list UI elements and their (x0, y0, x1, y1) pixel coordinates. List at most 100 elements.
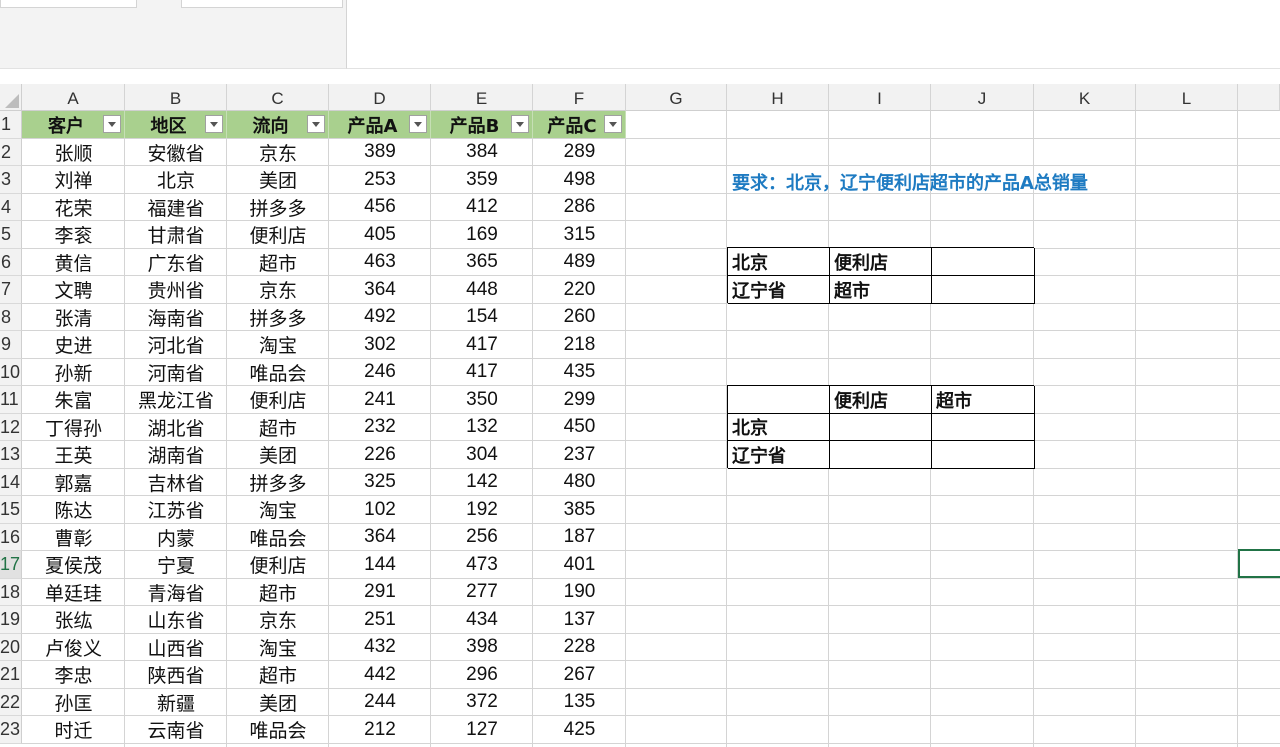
cell-channel[interactable]: 唯品会 (227, 524, 329, 551)
criteria-region-2[interactable]: 辽宁省 (728, 276, 830, 304)
filter-dropdown-icon[interactable] (409, 115, 427, 133)
cell-channel[interactable]: 超市 (227, 249, 329, 276)
cell-c[interactable]: 267 (533, 661, 626, 688)
cross-cell-1-1[interactable] (830, 414, 932, 441)
cross-col-header-1[interactable]: 便利店 (830, 386, 932, 414)
cell-customer[interactable]: 郭嘉 (22, 469, 125, 496)
cross-corner-cell[interactable] (728, 386, 830, 414)
active-cell-selection[interactable] (1238, 549, 1280, 578)
row-header-9[interactable]: 9 (0, 331, 22, 359)
cell-region[interactable]: 吉林省 (125, 469, 227, 496)
row-header-17[interactable]: 17 (0, 551, 22, 579)
cell-region[interactable]: 青海省 (125, 579, 227, 606)
cell-channel[interactable]: 便利店 (227, 386, 329, 413)
row-header-18[interactable]: 18 (0, 578, 22, 606)
cell-b[interactable]: 256 (431, 524, 533, 551)
column-header-b[interactable]: B (125, 84, 227, 111)
row-header-10[interactable]: 10 (0, 358, 22, 386)
cell-region[interactable]: 山西省 (125, 634, 227, 661)
cell-c[interactable]: 137 (533, 606, 626, 633)
column-header-c[interactable]: C (227, 84, 329, 111)
cross-col-header-2[interactable]: 超市 (932, 386, 1035, 414)
cell-channel[interactable]: 便利店 (227, 551, 329, 578)
cell-channel[interactable]: 拼多多 (227, 194, 329, 221)
cell-b[interactable]: 142 (431, 469, 533, 496)
cell-c[interactable]: 489 (533, 249, 626, 276)
column-header-d[interactable]: D (329, 84, 431, 111)
row-header-23[interactable]: 23 (0, 716, 22, 744)
cell-region[interactable]: 湖南省 (125, 441, 227, 468)
cell-a[interactable]: 456 (329, 194, 431, 221)
cell-channel[interactable]: 超市 (227, 414, 329, 441)
cell-customer[interactable]: 孙匡 (22, 689, 125, 716)
criteria-result-1[interactable] (932, 248, 1035, 276)
cell-customer[interactable]: 孙新 (22, 359, 125, 386)
cell-c[interactable]: 289 (533, 139, 626, 166)
cell-region[interactable]: 内蒙 (125, 524, 227, 551)
cell-c[interactable]: 286 (533, 194, 626, 221)
table-header-customer[interactable]: 客户 (22, 111, 125, 138)
cell-a[interactable]: 226 (329, 441, 431, 468)
cell-a[interactable]: 432 (329, 634, 431, 661)
cell-customer[interactable]: 刘禅 (22, 166, 125, 193)
cell-b[interactable]: 434 (431, 606, 533, 633)
cell-b[interactable]: 412 (431, 194, 533, 221)
cell-b[interactable]: 132 (431, 414, 533, 441)
cell-c[interactable]: 220 (533, 276, 626, 303)
cell-b[interactable]: 448 (431, 276, 533, 303)
cell-customer[interactable]: 张顺 (22, 139, 125, 166)
cell-c[interactable]: 385 (533, 496, 626, 523)
cell-c[interactable]: 237 (533, 441, 626, 468)
cell-region[interactable]: 新疆 (125, 689, 227, 716)
cell-a[interactable]: 102 (329, 496, 431, 523)
cell-channel[interactable]: 拼多多 (227, 469, 329, 496)
cell-c[interactable]: 135 (533, 689, 626, 716)
cell-customer[interactable]: 李忠 (22, 661, 125, 688)
column-header-f[interactable]: F (533, 84, 626, 111)
cell-b[interactable]: 398 (431, 634, 533, 661)
cell-channel[interactable]: 淘宝 (227, 331, 329, 358)
cell-a[interactable]: 246 (329, 359, 431, 386)
cell-customer[interactable]: 时迁 (22, 716, 125, 743)
cell-c[interactable]: 480 (533, 469, 626, 496)
cell-customer[interactable]: 曹彰 (22, 524, 125, 551)
cell-channel[interactable]: 京东 (227, 139, 329, 166)
formula-dropdown[interactable] (181, 0, 343, 8)
cell-channel[interactable]: 超市 (227, 661, 329, 688)
cell-region[interactable]: 广东省 (125, 249, 227, 276)
cell-region[interactable]: 陕西省 (125, 661, 227, 688)
row-header-4[interactable]: 4 (0, 193, 22, 221)
column-header-next[interactable] (1238, 84, 1280, 111)
row-header-22[interactable]: 22 (0, 688, 22, 716)
cell-a[interactable]: 232 (329, 414, 431, 441)
cell-b[interactable]: 192 (431, 496, 533, 523)
cell-customer[interactable]: 文聘 (22, 276, 125, 303)
cell-a[interactable]: 291 (329, 579, 431, 606)
filter-dropdown-icon[interactable] (604, 115, 622, 133)
cell-region[interactable]: 贵州省 (125, 276, 227, 303)
column-header-j[interactable]: J (931, 84, 1034, 111)
row-header-6[interactable]: 6 (0, 248, 22, 276)
cell-customer[interactable]: 史进 (22, 331, 125, 358)
cell-region[interactable]: 黑龙江省 (125, 386, 227, 413)
row-header-14[interactable]: 14 (0, 468, 22, 496)
cross-cell-1-2[interactable] (932, 414, 1035, 441)
row-header-15[interactable]: 15 (0, 496, 22, 524)
cell-b[interactable]: 384 (431, 139, 533, 166)
cell-c[interactable]: 450 (533, 414, 626, 441)
column-header-g[interactable]: G (626, 84, 727, 111)
row-header-13[interactable]: 13 (0, 441, 22, 469)
table-header-channel[interactable]: 流向 (227, 111, 329, 138)
cell-c[interactable]: 218 (533, 331, 626, 358)
row-header-5[interactable]: 5 (0, 221, 22, 249)
cell-a[interactable]: 241 (329, 386, 431, 413)
row-header-7[interactable]: 7 (0, 276, 22, 304)
cell-customer[interactable]: 黄信 (22, 249, 125, 276)
cell-channel[interactable]: 京东 (227, 276, 329, 303)
cell-region[interactable]: 北京 (125, 166, 227, 193)
criteria-region-1[interactable]: 北京 (728, 248, 830, 276)
row-header-11[interactable]: 11 (0, 386, 22, 414)
cell-c[interactable]: 190 (533, 579, 626, 606)
cell-a[interactable]: 212 (329, 716, 431, 743)
cell-customer[interactable]: 卢俊义 (22, 634, 125, 661)
